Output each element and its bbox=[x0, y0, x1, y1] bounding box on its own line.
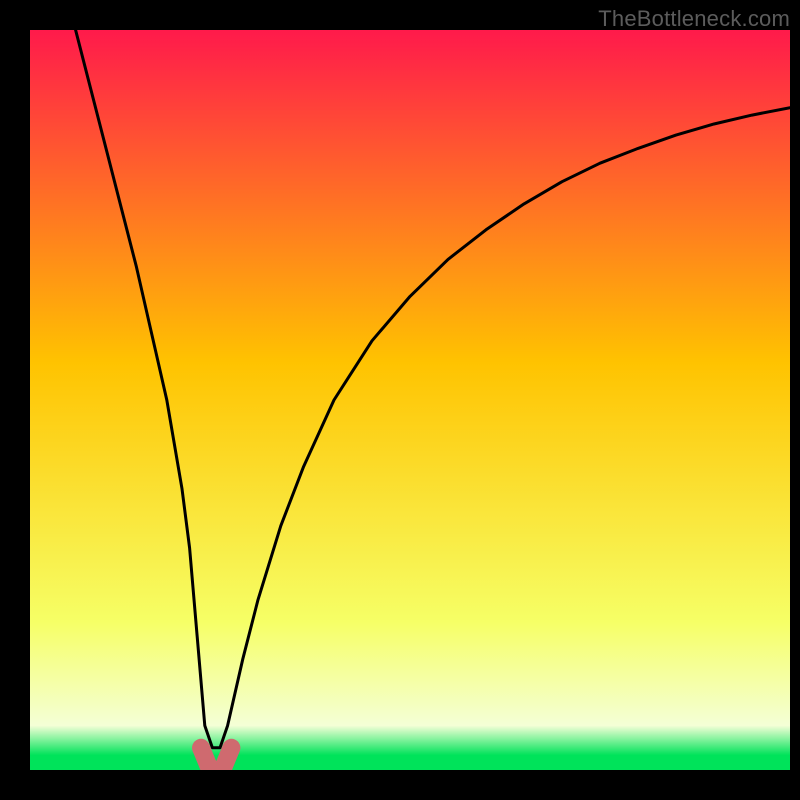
gradient-background bbox=[30, 30, 790, 770]
watermark-text: TheBottleneck.com bbox=[598, 6, 790, 32]
plot-svg bbox=[30, 30, 790, 770]
chart-frame: TheBottleneck.com bbox=[0, 0, 800, 800]
plot-area bbox=[30, 30, 790, 770]
